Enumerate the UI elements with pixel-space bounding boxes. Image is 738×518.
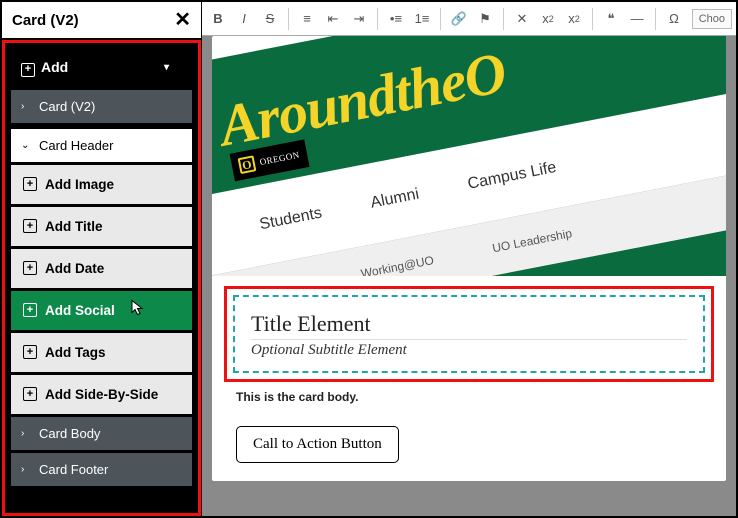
chevron-right-icon: › [21, 101, 33, 112]
nav-item: Campus Life [466, 159, 558, 194]
item-add-side-by-side[interactable]: + Add Side-By-Side [11, 375, 192, 414]
bullet-list-button[interactable]: •≡ [384, 7, 408, 31]
divider [440, 8, 441, 30]
sidebar-title: Card (V2) [12, 12, 79, 29]
group-card-body[interactable]: › Card Body [11, 417, 192, 450]
plus-icon: + [23, 387, 37, 401]
align-left-button[interactable]: ≡ [295, 7, 319, 31]
chevron-right-icon: › [21, 428, 33, 439]
card-body-text[interactable]: This is the card body. [236, 390, 702, 404]
title-block[interactable]: Title Element Optional Subtitle Element [233, 295, 705, 373]
item-label: Add Side-By-Side [45, 387, 158, 402]
divider [288, 8, 289, 30]
group-label: Card (V2) [39, 99, 95, 114]
cursor-icon [131, 300, 146, 321]
subtitle-element[interactable]: Optional Subtitle Element [251, 342, 687, 359]
link-button[interactable]: 🔗 [447, 7, 471, 31]
group-card[interactable]: › Card (V2) [11, 90, 192, 123]
plus-icon: + [23, 261, 37, 275]
item-add-social[interactable]: + Add Social [11, 291, 192, 330]
group-card-header[interactable]: ⌄ Card Header [11, 129, 192, 162]
add-menu[interactable]: + Add ▾ [11, 49, 192, 87]
bold-button[interactable]: B [206, 7, 230, 31]
sidebar: Card (V2) ✕ + Add ▾ › Card (V2) ⌄ Card He… [2, 2, 202, 516]
title-block-highlight: Title Element Optional Subtitle Element [224, 286, 714, 382]
plus-icon: + [21, 63, 35, 77]
toolbar: B I S ≡ ⇤ ⇥ •≡ 1≡ 🔗 ⚑ ✕ x2 x2 ❝ — Ω Choo [202, 2, 736, 36]
add-label: Add [41, 59, 68, 75]
group-card-footer[interactable]: › Card Footer [11, 453, 192, 486]
nav-item: Working@UO [360, 253, 435, 276]
item-add-tags[interactable]: + Add Tags [11, 333, 192, 372]
number-list-button[interactable]: 1≡ [410, 7, 434, 31]
clear-format-button[interactable]: ✕ [510, 7, 534, 31]
plus-icon: + [23, 177, 37, 191]
divider [377, 8, 378, 30]
group-label: Card Body [39, 426, 100, 441]
hero-badge-text: OREGON [259, 150, 301, 168]
close-icon[interactable]: ✕ [174, 10, 191, 30]
item-label: Add Title [45, 219, 103, 234]
subscript-button[interactable]: x2 [562, 7, 586, 31]
strike-button[interactable]: S [258, 7, 282, 31]
plus-icon: + [23, 345, 37, 359]
canvas: AroundtheO O OREGON Students Alumni Camp… [202, 36, 736, 516]
hero-image: AroundtheO O OREGON Students Alumni Camp… [212, 36, 726, 276]
plus-icon: + [23, 219, 37, 233]
omega-button[interactable]: Ω [662, 7, 686, 31]
choose-dropdown[interactable]: Choo [692, 9, 732, 29]
title-element[interactable]: Title Element [251, 311, 687, 340]
sidebar-header: Card (V2) ✕ [2, 2, 201, 40]
group-label: Card Header [39, 138, 113, 153]
italic-button[interactable]: I [232, 7, 256, 31]
item-add-title[interactable]: + Add Title [11, 207, 192, 246]
chevron-down-icon: ▾ [164, 62, 176, 73]
indent-button[interactable]: ⇥ [347, 7, 371, 31]
outdent-button[interactable]: ⇤ [321, 7, 345, 31]
sidebar-body: + Add ▾ › Card (V2) ⌄ Card Header + Add I… [2, 40, 201, 516]
divider [592, 8, 593, 30]
item-add-image[interactable]: + Add Image [11, 165, 192, 204]
chevron-down-icon: ⌄ [21, 140, 33, 151]
divider [655, 8, 656, 30]
card: AroundtheO O OREGON Students Alumni Camp… [212, 36, 726, 481]
item-label: Add Date [45, 261, 104, 276]
chevron-right-icon: › [21, 464, 33, 475]
flag-button[interactable]: ⚑ [473, 7, 497, 31]
nav-item: UO Leadership [491, 226, 573, 255]
item-label: Add Tags [45, 345, 106, 360]
divider [503, 8, 504, 30]
item-label: Add Social [45, 303, 115, 318]
hr-button[interactable]: — [625, 7, 649, 31]
group-label: Card Footer [39, 462, 108, 477]
nav-item: Students [258, 205, 323, 235]
plus-icon: + [23, 303, 37, 317]
oregon-o-icon: O [238, 155, 257, 174]
item-add-date[interactable]: + Add Date [11, 249, 192, 288]
quote-button[interactable]: ❝ [599, 7, 623, 31]
nav-item: Alumni [369, 186, 420, 213]
cta-button[interactable]: Call to Action Button [236, 426, 399, 463]
superscript-button[interactable]: x2 [536, 7, 560, 31]
main: B I S ≡ ⇤ ⇥ •≡ 1≡ 🔗 ⚑ ✕ x2 x2 ❝ — Ω Choo [202, 2, 736, 516]
item-label: Add Image [45, 177, 114, 192]
